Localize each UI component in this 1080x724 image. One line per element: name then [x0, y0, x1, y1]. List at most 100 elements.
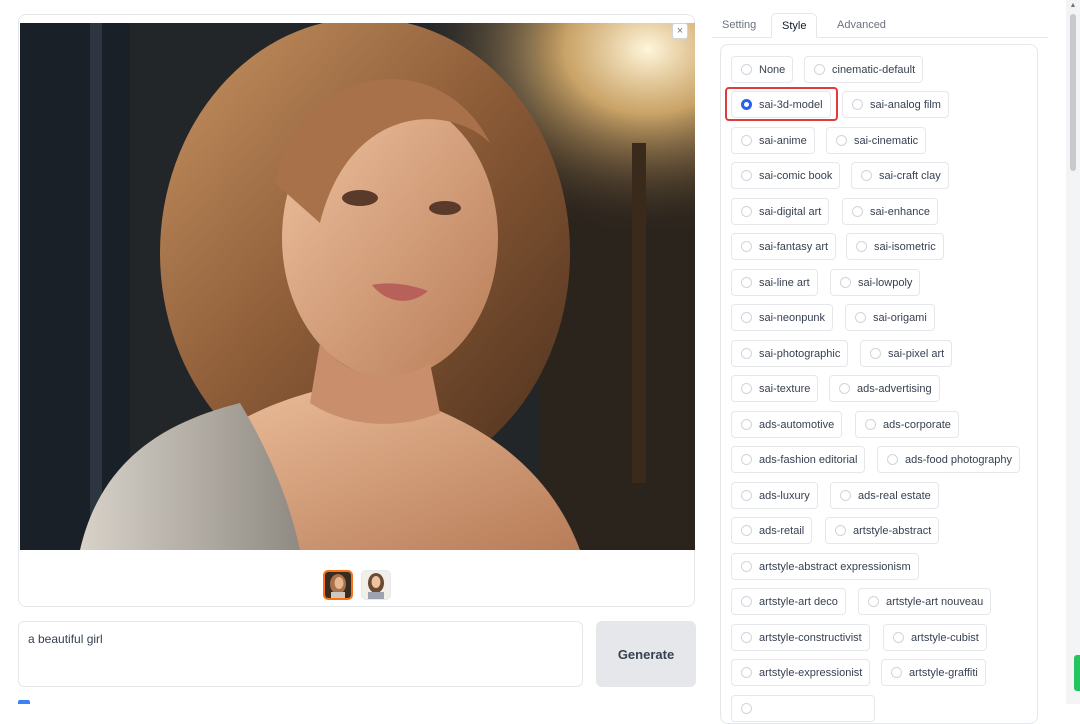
style-option[interactable]: sai-lowpoly — [830, 269, 921, 296]
style-option[interactable]: artstyle-abstract — [825, 517, 940, 544]
style-option[interactable]: ads-luxury — [731, 482, 818, 509]
radio-icon — [741, 525, 752, 536]
style-option-partial[interactable] — [731, 695, 875, 722]
style-option-label: artstyle-abstract — [853, 524, 932, 537]
style-option[interactable]: sai-anime — [731, 127, 815, 154]
scroll-up-icon[interactable]: ▲ — [1069, 2, 1077, 10]
portrait-thumbnail-icon — [362, 571, 390, 599]
style-option[interactable]: sai-craft clay — [851, 162, 949, 189]
style-option[interactable]: sai-pixel art — [860, 340, 953, 367]
style-option[interactable]: ads-advertising — [829, 375, 940, 402]
style-option[interactable]: artstyle-art deco — [731, 588, 846, 615]
radio-icon — [840, 490, 851, 501]
style-option[interactable]: sai-origami — [845, 304, 935, 331]
style-option[interactable]: artstyle-constructivist — [731, 624, 870, 651]
style-option[interactable]: ads-food photography — [877, 446, 1021, 473]
radio-icon — [870, 348, 881, 359]
style-option[interactable]: sai-digital art — [731, 198, 830, 225]
radio-icon — [741, 596, 752, 607]
style-option[interactable]: ads-corporate — [855, 411, 959, 438]
radio-icon — [839, 383, 850, 394]
tab-advanced[interactable]: Advanced — [827, 13, 896, 38]
style-option[interactable]: sai-texture — [731, 375, 819, 402]
scrollbar-thumb[interactable] — [1070, 14, 1076, 171]
style-option[interactable]: sai-analog film — [842, 91, 949, 118]
radio-icon — [852, 99, 863, 110]
style-option[interactable]: artstyle-expressionist — [731, 659, 871, 686]
style-option-label: sai-craft clay — [879, 169, 941, 182]
style-option[interactable]: artstyle-art nouveau — [858, 588, 992, 615]
tab-setting[interactable]: Setting — [712, 13, 766, 38]
generate-button[interactable]: Generate — [596, 621, 696, 687]
style-option[interactable]: sai-3d-model — [731, 91, 831, 118]
style-option[interactable]: ads-retail — [731, 517, 813, 544]
style-option[interactable]: ads-fashion editorial — [731, 446, 866, 473]
generated-image[interactable] — [20, 23, 695, 550]
style-option[interactable]: None — [731, 56, 794, 83]
style-option-label: sai-comic book — [759, 169, 833, 182]
style-option-label: ads-luxury — [759, 489, 810, 502]
thumbnail-strip — [323, 570, 391, 600]
radio-icon — [835, 525, 846, 536]
radio-icon — [741, 383, 752, 394]
thumbnail-1[interactable] — [323, 570, 353, 600]
style-option[interactable]: ads-automotive — [731, 411, 843, 438]
tab-style[interactable]: Style — [771, 13, 818, 38]
style-option-label: cinematic-default — [832, 63, 916, 76]
tabs-divider — [712, 37, 1048, 38]
settings-tabs: Setting Style Advanced — [712, 13, 1048, 38]
style-option[interactable]: sai-isometric — [846, 233, 944, 260]
radio-icon — [741, 561, 752, 572]
style-option[interactable]: artstyle-graffiti — [881, 659, 986, 686]
radio-icon — [741, 419, 752, 430]
style-option-label: sai-cinematic — [854, 134, 919, 147]
portrait-illustration — [20, 23, 695, 550]
style-option-label: artstyle-cubist — [911, 631, 979, 644]
style-option[interactable]: sai-photographic — [731, 340, 849, 367]
radio-icon — [741, 206, 752, 217]
radio-icon — [855, 312, 866, 323]
scrollbar[interactable]: ▲ — [1066, 0, 1080, 704]
style-option-label: artstyle-art deco — [759, 595, 838, 608]
style-option-label: artstyle-art nouveau — [886, 595, 984, 608]
style-option[interactable]: sai-neonpunk — [731, 304, 834, 331]
radio-icon — [836, 135, 847, 146]
checkbox[interactable] — [18, 700, 30, 704]
style-option[interactable]: sai-line art — [731, 269, 818, 296]
close-icon[interactable]: × — [672, 23, 688, 39]
style-option[interactable]: cinematic-default — [804, 56, 924, 83]
portrait-thumbnail-icon — [325, 572, 351, 598]
style-option-label: sai-texture — [759, 382, 811, 395]
style-option-label: sai-isometric — [874, 240, 936, 253]
style-option[interactable]: sai-comic book — [731, 162, 841, 189]
style-option-label: ads-food photography — [905, 453, 1013, 466]
style-option[interactable]: artstyle-abstract expressionism — [731, 553, 919, 580]
prompt-input[interactable]: a beautiful girl — [18, 621, 583, 687]
edge-widget[interactable] — [1074, 655, 1080, 691]
radio-icon — [741, 454, 752, 465]
style-option-label: sai-origami — [873, 311, 927, 324]
style-option-label: sai-analog film — [870, 98, 941, 111]
radio-icon — [887, 454, 898, 465]
radio-icon — [741, 99, 752, 110]
style-option-label: ads-automotive — [759, 418, 835, 431]
radio-icon — [840, 277, 851, 288]
style-option[interactable]: artstyle-cubist — [883, 624, 987, 651]
radio-icon — [741, 312, 752, 323]
radio-icon — [741, 277, 752, 288]
radio-icon — [865, 419, 876, 430]
style-option[interactable]: sai-cinematic — [826, 127, 927, 154]
radio-icon — [741, 490, 752, 501]
radio-icon — [856, 241, 867, 252]
style-option[interactable]: sai-fantasy art — [731, 233, 837, 260]
style-option[interactable]: sai-enhance — [842, 198, 938, 225]
thumbnail-2[interactable] — [361, 570, 391, 600]
radio-icon — [861, 170, 872, 181]
style-option-label: sai-neonpunk — [759, 311, 826, 324]
radio-icon — [741, 64, 752, 75]
style-option[interactable]: ads-real estate — [830, 482, 939, 509]
radio-icon — [814, 64, 825, 75]
style-option-label: ads-real estate — [858, 489, 931, 502]
radio-icon — [891, 667, 902, 678]
radio-icon — [852, 206, 863, 217]
